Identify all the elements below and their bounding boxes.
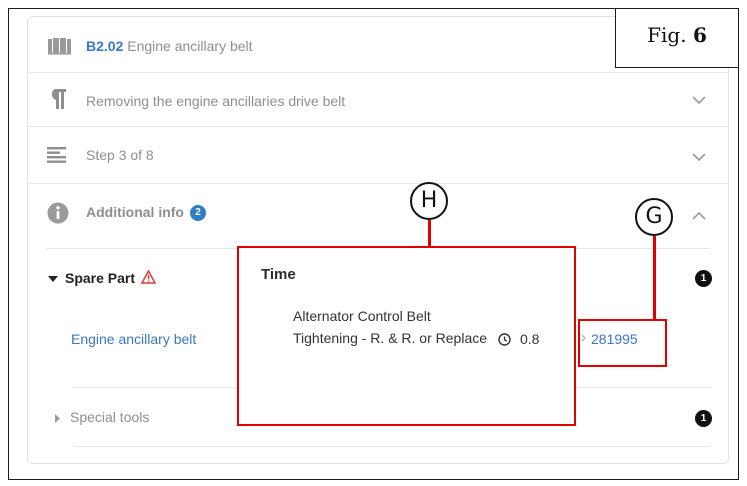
additional-info-label: Additional info xyxy=(86,204,184,220)
special-tools-count-badge: 1 xyxy=(695,410,712,427)
callout-g-marker: G xyxy=(635,198,673,236)
time-popup: Time Alternator Control Belt Tightening … xyxy=(237,246,576,426)
callout-h-marker: H xyxy=(410,182,448,220)
caret-right-icon xyxy=(55,413,60,423)
chevron-down-icon[interactable] xyxy=(692,95,706,105)
step-counter-row[interactable]: Step 3 of 8 xyxy=(28,127,728,184)
special-tools-divider xyxy=(74,446,710,447)
procedure-title: Engine ancillary belt xyxy=(127,38,253,54)
info-icon xyxy=(47,202,69,229)
time-popup-title: Time xyxy=(261,266,296,283)
special-tools-header[interactable]: Special tools xyxy=(54,409,149,425)
chevron-down-icon[interactable] xyxy=(692,152,706,162)
procedure-code: B2.02 xyxy=(86,38,124,54)
step-counter-label: Step 3 of 8 xyxy=(86,147,154,163)
figure-number: 6 xyxy=(692,23,707,47)
special-tools-label: Special tools xyxy=(70,409,150,425)
caret-down-icon xyxy=(48,276,58,283)
spare-part-header[interactable]: Spare Part xyxy=(48,269,157,286)
paragraph-icon xyxy=(47,88,67,115)
time-popup-operation: Alternator Control Belt Tightening - R. … xyxy=(293,308,488,346)
list-icon xyxy=(47,147,67,168)
spare-part-count-badge: 1 xyxy=(695,270,712,287)
additional-info-title: Additional info 2 xyxy=(86,204,206,222)
figure-label: Fig. 6 xyxy=(615,8,739,68)
spare-part-link[interactable]: Engine ancillary belt xyxy=(71,331,196,347)
additional-info-count-badge: 2 xyxy=(189,205,206,222)
procedure-step-row[interactable]: Removing the engine ancillaries drive be… xyxy=(28,73,728,127)
callout-h-line xyxy=(428,220,431,248)
clock-icon xyxy=(498,333,511,346)
callout-g-line-vertical xyxy=(653,236,656,320)
procedure-step-label: Removing the engine ancillaries drive be… xyxy=(86,93,346,109)
time-popup-value: 0.8 xyxy=(520,331,540,347)
callout-g-box xyxy=(578,319,667,367)
figure-label-text: Fig. xyxy=(647,23,687,47)
chevron-up-icon[interactable] xyxy=(692,211,706,221)
additional-info-row[interactable]: Additional info 2 xyxy=(28,184,728,248)
warning-triangle-icon xyxy=(140,269,157,284)
header-title: B2.02 Engine ancillary belt xyxy=(86,38,253,54)
spare-part-label: Spare Part xyxy=(65,270,136,286)
book-icon xyxy=(47,37,73,60)
